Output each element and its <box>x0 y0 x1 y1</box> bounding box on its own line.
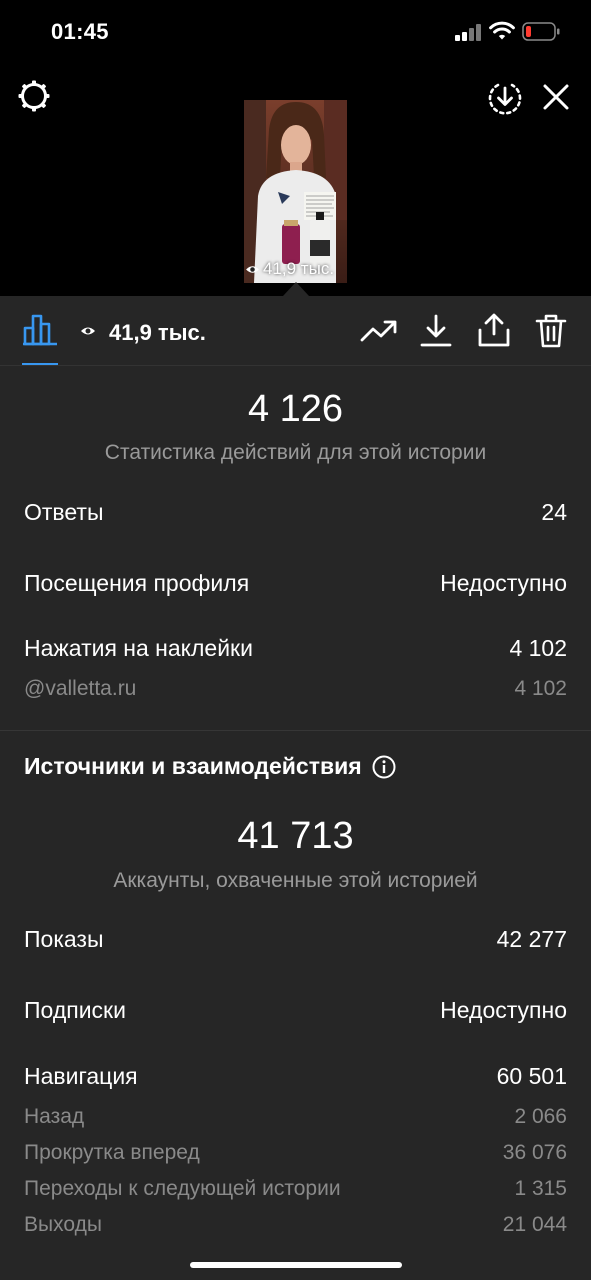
stat-label: Посещения профиля <box>24 570 250 596</box>
stat-subrow-next-story[interactable]: Переходы к следующей истории 1 315 <box>24 1177 567 1201</box>
stat-value: 4 102 <box>509 635 567 661</box>
stat-subrow-forward[interactable]: Прокрутка вперед 36 076 <box>24 1141 567 1165</box>
thumbnail-views-count: 41,9 тыс. <box>263 259 335 278</box>
discovery-title-text: Источники и взаимодействия <box>24 753 362 779</box>
stat-label: Ответы <box>24 499 104 525</box>
section-divider <box>0 730 591 731</box>
insights-toolbar: 41,9 тыс. <box>0 296 591 366</box>
info-icon[interactable] <box>372 755 396 779</box>
stat-row-replies[interactable]: Ответы 24 <box>24 499 567 526</box>
stat-label: Нажатия на наклейки <box>24 635 253 661</box>
toolbar-views-count: 41,9 тыс. <box>109 320 206 345</box>
download-circle-icon[interactable] <box>486 79 524 117</box>
stat-label: @valletta.ru <box>24 677 137 700</box>
stat-value: 2 066 <box>514 1105 567 1128</box>
stat-row-follows[interactable]: Подписки Недоступно <box>24 997 567 1024</box>
stat-value: 60 501 <box>496 1063 567 1089</box>
story-thumbnail-image <box>244 100 347 283</box>
stat-subrow-exited[interactable]: Выходы 21 044 <box>24 1213 567 1237</box>
stat-row-profile-visits[interactable]: Посещения профиля Недоступно <box>24 570 567 597</box>
stat-label: Навигация <box>24 1063 138 1089</box>
wifi-icon <box>489 21 515 40</box>
interactions-total: 4 126 <box>247 388 344 430</box>
trash-icon[interactable] <box>534 313 568 349</box>
stat-value: 4 102 <box>514 677 567 700</box>
close-icon[interactable] <box>540 81 572 113</box>
stat-subrow-back[interactable]: Назад 2 066 <box>24 1105 567 1129</box>
insights-panel: 41,9 тыс. 4 126 Статистика действий для … <box>0 296 591 1280</box>
cellular-signal-icon <box>455 24 483 41</box>
eye-icon <box>246 265 259 273</box>
story-thumbnail[interactable] <box>244 100 347 283</box>
interactions-caption: Статистика действий для этой истории <box>104 441 487 464</box>
active-tab-indicator <box>22 363 58 365</box>
stat-row-navigation[interactable]: Навигация 60 501 <box>24 1063 567 1090</box>
stat-subrow-sticker-mention[interactable]: @valletta.ru 4 102 <box>24 677 567 701</box>
stat-label: Прокрутка вперед <box>24 1141 200 1164</box>
discovery-section-title: Источники и взаимодействия <box>24 753 396 780</box>
stat-value: 36 076 <box>502 1141 567 1164</box>
trend-icon[interactable] <box>360 318 398 344</box>
battery-icon <box>522 22 560 41</box>
download-icon[interactable] <box>420 314 452 348</box>
home-indicator[interactable] <box>190 1262 402 1268</box>
stat-value: 1 315 <box>514 1177 567 1200</box>
thumbnail-pointer <box>283 282 309 296</box>
stat-label: Выходы <box>24 1213 102 1236</box>
stat-value: 24 <box>541 499 567 525</box>
stat-value: 42 277 <box>496 926 567 952</box>
status-time: 01:45 <box>51 19 109 44</box>
stat-value: Недоступно <box>440 570 567 596</box>
reach-caption: Аккаунты, охваченные этой историей <box>113 869 478 892</box>
thumbnail-views: 41,9 тыс. <box>245 257 355 281</box>
status-bar: 01:45 <box>0 0 591 64</box>
bar-chart-icon[interactable] <box>22 314 58 346</box>
stat-label: Назад <box>24 1105 85 1128</box>
reach-total: 41 713 <box>237 815 354 857</box>
gear-icon[interactable] <box>15 77 53 115</box>
stat-row-sticker-taps[interactable]: Нажатия на наклейки 4 102 <box>24 635 567 662</box>
stat-label: Переходы к следующей истории <box>24 1177 341 1200</box>
stat-label: Подписки <box>24 997 126 1023</box>
eye-icon <box>81 327 95 335</box>
share-icon[interactable] <box>477 312 511 348</box>
stat-row-impressions[interactable]: Показы 42 277 <box>24 926 567 953</box>
stat-value: 21 044 <box>502 1213 567 1236</box>
stat-label: Показы <box>24 926 104 952</box>
story-insights-screen: 01:45 41,9 тыс. 41,9 тыс. 4 126 Статисти… <box>0 0 591 1280</box>
stat-value: Недоступно <box>440 997 567 1023</box>
